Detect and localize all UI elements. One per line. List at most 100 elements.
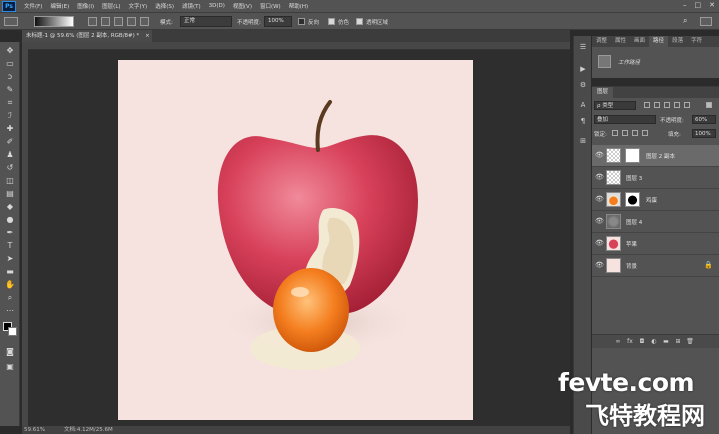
menu-image[interactable]: 图像(I)	[77, 2, 94, 10]
tab-adjustments[interactable]: 调整	[592, 36, 611, 47]
gradient-preview[interactable]	[34, 16, 74, 27]
actions-panel-icon[interactable]: ▶	[578, 64, 588, 74]
menu-layer[interactable]: 图层(L)	[102, 2, 120, 10]
adjustment-layer-icon[interactable]: ◐	[650, 338, 658, 346]
layer-row[interactable]: 👁 图层 3	[592, 167, 719, 189]
new-group-icon[interactable]: ▬	[662, 338, 670, 346]
tab-character[interactable]: 字符	[687, 36, 706, 47]
new-layer-icon[interactable]: ⊞	[674, 338, 682, 346]
workspace-switcher[interactable]	[700, 17, 712, 26]
tab-paragraph[interactable]: 段落	[668, 36, 687, 47]
close-button[interactable]: ✕	[709, 1, 715, 9]
gradient-tool-icon[interactable]: ▤	[5, 189, 15, 199]
diamond-gradient-button[interactable]	[140, 17, 149, 26]
angle-gradient-button[interactable]	[114, 17, 123, 26]
navigator-panel-icon[interactable]: ⊞	[578, 136, 588, 146]
blur-tool-icon[interactable]: ◆	[5, 202, 15, 212]
tab-paths[interactable]: 路径	[649, 36, 669, 47]
eraser-tool-icon[interactable]: ◫	[5, 176, 15, 186]
background-color-swatch[interactable]	[8, 327, 17, 336]
document-tab[interactable]: 未标题-1 @ 59.6% (图层 2 副本, RGB/8#) * ×	[22, 30, 152, 42]
search-icon[interactable]: ⌕	[683, 16, 687, 26]
filter-shape-icon[interactable]	[674, 102, 680, 108]
tool-preset-picker[interactable]	[4, 17, 18, 26]
menu-filter[interactable]: 滤镜(T)	[182, 2, 201, 10]
layer-opacity-field[interactable]: 60%	[692, 115, 716, 124]
transparency-checkbox[interactable]	[356, 18, 363, 25]
menu-3d[interactable]: 3D(D)	[209, 3, 225, 9]
marquee-tool-icon[interactable]: ▭	[5, 59, 15, 69]
layer-name[interactable]: 鸡蛋	[646, 196, 657, 204]
crop-tool-icon[interactable]: ⌗	[5, 98, 15, 108]
work-path-item[interactable]: 工作路径	[596, 53, 715, 70]
horizontal-ruler[interactable]	[28, 42, 570, 50]
reflected-gradient-button[interactable]	[127, 17, 136, 26]
layer-row[interactable]: 👁 图层 4	[592, 211, 719, 233]
quick-select-tool-icon[interactable]: ✎	[5, 85, 15, 95]
layer-style-icon[interactable]: fx	[626, 338, 634, 346]
tab-properties[interactable]: 属性	[611, 36, 630, 47]
reverse-checkbox[interactable]	[298, 18, 305, 25]
radial-gradient-button[interactable]	[101, 17, 110, 26]
menu-view[interactable]: 视图(V)	[233, 2, 252, 10]
linear-gradient-button[interactable]	[88, 17, 97, 26]
menu-select[interactable]: 选择(S)	[155, 2, 174, 10]
shape-tool-icon[interactable]: ▬	[5, 267, 15, 277]
zoom-readout[interactable]: 59.61%	[24, 426, 45, 434]
delete-layer-icon[interactable]: 🗑	[686, 338, 694, 346]
document-canvas[interactable]	[118, 60, 473, 420]
layer-row[interactable]: 👁 图层 2 副本	[592, 145, 719, 167]
layer-row[interactable]: 👁 背景 🔒	[592, 255, 719, 277]
menu-file[interactable]: 文件(F)	[24, 2, 42, 10]
dodge-tool-icon[interactable]: ●	[5, 215, 15, 225]
opacity-field[interactable]: 100%	[264, 16, 292, 27]
menu-window[interactable]: 窗口(W)	[260, 2, 281, 10]
history-panel-icon[interactable]: ☰	[578, 42, 588, 52]
visibility-eye-icon[interactable]: 👁	[595, 218, 604, 225]
quick-mask-icon[interactable]: ◙	[5, 347, 15, 357]
adjust-panel-icon[interactable]: ⚙	[578, 80, 588, 90]
layer-name[interactable]: 图层 3	[626, 174, 642, 182]
mode-select[interactable]: 正常	[180, 16, 232, 27]
layer-mask-thumbnail[interactable]	[625, 192, 640, 207]
tab-canvas[interactable]: 画面	[630, 36, 649, 47]
fill-field[interactable]: 100%	[692, 129, 716, 138]
paragraph-panel-icon[interactable]: ¶	[578, 116, 588, 126]
move-tool-icon[interactable]: ✥	[5, 46, 15, 56]
blend-mode-select[interactable]: 叠加	[594, 115, 656, 124]
tab-layers[interactable]: 图层	[592, 87, 614, 98]
layer-mask-thumbnail[interactable]	[625, 148, 640, 163]
layer-name[interactable]: 背景	[626, 262, 637, 270]
type-tool-icon[interactable]: T	[5, 241, 15, 251]
dither-checkbox[interactable]	[328, 18, 335, 25]
filter-adjust-icon[interactable]	[654, 102, 660, 108]
eyedropper-tool-icon[interactable]: ℐ	[5, 111, 15, 121]
minimize-button[interactable]: –	[683, 1, 687, 9]
zoom-tool-icon[interactable]: ⌕	[5, 293, 15, 303]
path-select-tool-icon[interactable]: ➤	[5, 254, 15, 264]
stamp-tool-icon[interactable]: ♟	[5, 150, 15, 160]
visibility-eye-icon[interactable]: 👁	[595, 262, 604, 269]
maximize-button[interactable]: □	[695, 1, 702, 9]
layer-filter-select[interactable]: ρ 类型	[594, 101, 636, 110]
healing-tool-icon[interactable]: ✚	[5, 124, 15, 134]
filter-toggle-icon[interactable]	[706, 102, 712, 108]
character-panel-icon[interactable]: A	[578, 100, 588, 110]
more-tools-icon[interactable]: ⋯	[5, 306, 15, 316]
layer-row[interactable]: 👁 鸡蛋	[592, 189, 719, 211]
filter-pixel-icon[interactable]	[644, 102, 650, 108]
lock-position-icon[interactable]	[632, 130, 638, 136]
visibility-eye-icon[interactable]: 👁	[595, 174, 604, 181]
filter-smart-icon[interactable]	[684, 102, 690, 108]
lock-transparent-icon[interactable]	[612, 130, 618, 136]
layer-name[interactable]: 图层 4	[626, 218, 642, 226]
filter-type-icon[interactable]	[664, 102, 670, 108]
close-tab-icon[interactable]: ×	[145, 33, 150, 39]
menu-help[interactable]: 帮助(H)	[289, 2, 308, 10]
hand-tool-icon[interactable]: ✋	[5, 280, 15, 290]
lock-pixels-icon[interactable]	[622, 130, 628, 136]
layer-name[interactable]: 图层 2 副本	[646, 152, 675, 160]
visibility-eye-icon[interactable]: 👁	[595, 240, 604, 247]
link-layers-icon[interactable]: ∞	[614, 338, 622, 346]
history-brush-tool-icon[interactable]: ↺	[5, 163, 15, 173]
